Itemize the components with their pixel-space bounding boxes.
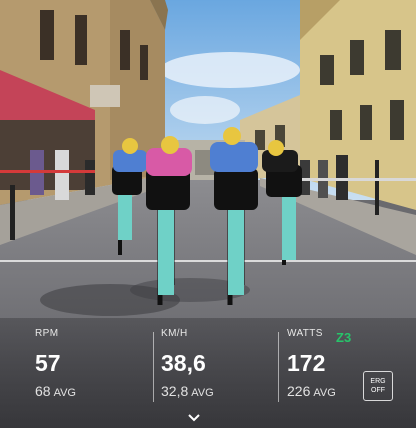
erg-toggle-button[interactable]: ERG OFF: [363, 371, 393, 401]
rpm-average-label: AVG: [53, 387, 76, 399]
power-value: 172: [287, 350, 326, 376]
speed-value: 38,6: [161, 350, 206, 376]
erg-state-label: OFF: [371, 387, 385, 394]
power-average-value: 226: [287, 383, 311, 399]
speed-metric: KM/H 38,6 32,8 AVG: [161, 328, 214, 399]
rpm-average-value: 68: [35, 383, 51, 399]
divider: [153, 332, 154, 402]
speed-label: KM/H: [161, 328, 188, 339]
power-zone-badge: Z3: [336, 330, 352, 345]
power-average: 226 AVG: [287, 383, 336, 399]
divider: [278, 332, 279, 402]
left-buildings: [0, 0, 168, 205]
rpm-value: 57: [35, 350, 61, 376]
power-label: WATTS: [287, 328, 323, 339]
power-average-label: AVG: [313, 387, 336, 399]
chevron-down-icon[interactable]: [186, 411, 202, 425]
erg-label: ERG: [370, 378, 386, 385]
rpm-label: RPM: [35, 328, 59, 339]
rpm-metric: RPM 57 68 AVG: [35, 328, 76, 399]
speed-average: 32,8 AVG: [161, 383, 214, 399]
speed-average-value: 32,8: [161, 383, 189, 399]
power-metric: WATTS 172 226 AVG: [287, 328, 336, 399]
rpm-average: 68 AVG: [35, 383, 76, 399]
speed-average-label: AVG: [191, 387, 214, 399]
road-line: [0, 260, 416, 262]
